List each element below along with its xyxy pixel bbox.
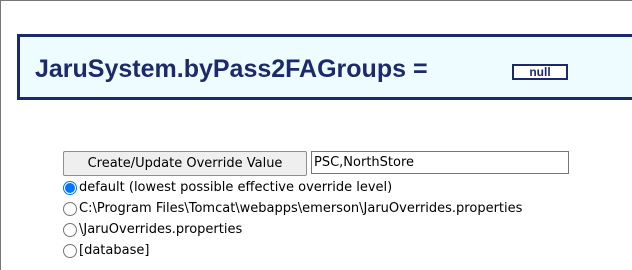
level-option-label: [database] — [79, 243, 150, 258]
level-option-label: \JaruOverrides.properties — [79, 222, 243, 237]
radio-button-selected[interactable] — [63, 181, 77, 195]
radio-button[interactable] — [63, 202, 77, 216]
property-header: JaruSystem.byPass2FAGroups = null — [17, 34, 632, 100]
override-value-input[interactable] — [311, 151, 569, 174]
create-update-override-button[interactable]: Create/Update Override Value — [63, 151, 307, 176]
current-value-badge: null — [512, 64, 568, 80]
property-name: JaruSystem.byPass2FAGroups = — [35, 55, 428, 83]
level-option-label: default (lowest possible effective overr… — [79, 180, 393, 195]
level-option-label: C:\Program Files\Tomcat\webapps\emerson\… — [79, 201, 523, 216]
page-frame: JaruSystem.byPass2FAGroups = null Create… — [0, 0, 632, 270]
radio-button[interactable] — [63, 223, 77, 237]
radio-button[interactable] — [63, 244, 77, 258]
